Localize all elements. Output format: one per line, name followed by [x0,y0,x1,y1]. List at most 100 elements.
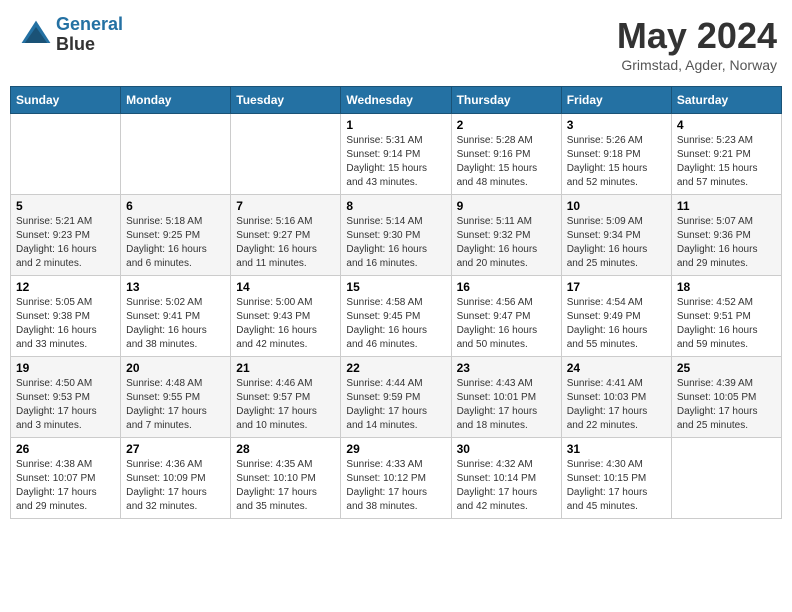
header: General Blue May 2024 Grimstad, Agder, N… [10,10,782,78]
logo: General Blue [20,15,123,55]
day-info: Sunrise: 4:52 AM Sunset: 9:51 PM Dayligh… [677,296,776,352]
day-info: Sunrise: 5:28 AM Sunset: 9:16 PM Dayligh… [457,134,556,190]
day-cell: 27 Sunrise: 4:36 AM Sunset: 10:09 PM Dayl… [121,438,231,519]
day-cell: 28Sunrise: 4:35 AM Sunset: 10:10 PM Dayl… [231,438,341,519]
day-info: Sunrise: 5:00 AM Sunset: 9:43 PM Dayligh… [236,296,335,352]
day-info: Sunrise: 5:21 AM Sunset: 9:23 PM Dayligh… [16,215,115,271]
day-cell: 31 Sunrise: 4:30 AM Sunset: 10:15 PM Dayl… [561,438,671,519]
day-number: 6 [126,199,225,213]
day-info: Sunrise: 4:39 AM Sunset: 10:05 PM Daylig… [677,377,776,433]
calendar: SundayMondayTuesdayWednesdayThursdayFrid… [10,86,782,519]
day-info: Sunrise: 5:11 AM Sunset: 9:32 PM Dayligh… [457,215,556,271]
week-row-1: 1 Sunrise: 5:31 AM Sunset: 9:14 PM Daylig… [11,114,782,195]
day-info: Sunrise: 4:43 AM Sunset: 10:01 PM Daylig… [457,377,556,433]
day-info: Sunrise: 5:07 AM Sunset: 9:36 PM Dayligh… [677,215,776,271]
week-row-4: 19Sunrise: 4:50 AM Sunset: 9:53 PM Dayli… [11,357,782,438]
day-cell: 10 Sunrise: 5:09 AM Sunset: 9:34 PM Dayli… [561,195,671,276]
day-cell: 21Sunrise: 4:46 AM Sunset: 9:57 PM Dayli… [231,357,341,438]
day-number: 31 [567,442,666,456]
day-number: 18 [677,280,776,294]
day-cell: 2 Sunrise: 5:28 AM Sunset: 9:16 PM Daylig… [451,114,561,195]
day-info: Sunrise: 5:16 AM Sunset: 9:27 PM Dayligh… [236,215,335,271]
day-cell: 30 Sunrise: 4:32 AM Sunset: 10:14 PM Dayl… [451,438,561,519]
day-number: 23 [457,361,556,375]
weekday-header-thursday: Thursday [451,87,561,114]
day-info: Sunrise: 4:48 AM Sunset: 9:55 PM Dayligh… [126,377,225,433]
logo-line2: Blue [56,35,123,55]
day-number: 7 [236,199,335,213]
location: Grimstad, Agder, Norway [617,57,777,73]
day-cell: 6 Sunrise: 5:18 AM Sunset: 9:25 PM Daylig… [121,195,231,276]
day-info: Sunrise: 5:02 AM Sunset: 9:41 PM Dayligh… [126,296,225,352]
day-number: 3 [567,118,666,132]
day-info: Sunrise: 5:23 AM Sunset: 9:21 PM Dayligh… [677,134,776,190]
day-info: Sunrise: 5:18 AM Sunset: 9:25 PM Dayligh… [126,215,225,271]
day-number: 29 [346,442,445,456]
day-number: 12 [16,280,115,294]
day-number: 21 [236,361,335,375]
day-cell: 15 Sunrise: 4:58 AM Sunset: 9:45 PM Dayli… [341,276,451,357]
day-info: Sunrise: 4:33 AM Sunset: 10:12 PM Daylig… [346,458,445,514]
day-cell: 17Sunrise: 4:54 AM Sunset: 9:49 PM Dayli… [561,276,671,357]
day-number: 9 [457,199,556,213]
logo-icon [20,19,52,51]
day-number: 16 [457,280,556,294]
weekday-header-sunday: Sunday [11,87,121,114]
day-number: 10 [567,199,666,213]
day-cell: 4 Sunrise: 5:23 AM Sunset: 9:21 PM Daylig… [671,114,781,195]
logo-text: General Blue [56,15,123,55]
day-cell: 12 Sunrise: 5:05 AM Sunset: 9:38 PM Dayli… [11,276,121,357]
day-number: 30 [457,442,556,456]
day-cell: 9 Sunrise: 5:11 AM Sunset: 9:32 PM Daylig… [451,195,561,276]
day-number: 27 [126,442,225,456]
day-cell: 24 Sunrise: 4:41 AM Sunset: 10:03 PM Dayl… [561,357,671,438]
day-number: 8 [346,199,445,213]
day-cell: 14 Sunrise: 5:00 AM Sunset: 9:43 PM Dayli… [231,276,341,357]
day-info: Sunrise: 5:31 AM Sunset: 9:14 PM Dayligh… [346,134,445,190]
title-block: May 2024 Grimstad, Agder, Norway [617,15,777,73]
day-info: Sunrise: 4:30 AM Sunset: 10:15 PM Daylig… [567,458,666,514]
day-number: 1 [346,118,445,132]
day-cell: 3Sunrise: 5:26 AM Sunset: 9:18 PM Daylig… [561,114,671,195]
day-number: 26 [16,442,115,456]
day-cell: 26 Sunrise: 4:38 AM Sunset: 10:07 PM Dayl… [11,438,121,519]
day-cell: 8 Sunrise: 5:14 AM Sunset: 9:30 PM Daylig… [341,195,451,276]
day-cell: 18 Sunrise: 4:52 AM Sunset: 9:51 PM Dayli… [671,276,781,357]
day-info: Sunrise: 4:35 AM Sunset: 10:10 PM Daylig… [236,458,335,514]
day-number: 25 [677,361,776,375]
day-number: 22 [346,361,445,375]
day-number: 14 [236,280,335,294]
day-info: Sunrise: 4:32 AM Sunset: 10:14 PM Daylig… [457,458,556,514]
day-info: Sunrise: 4:58 AM Sunset: 9:45 PM Dayligh… [346,296,445,352]
day-number: 2 [457,118,556,132]
week-row-2: 5Sunrise: 5:21 AM Sunset: 9:23 PM Daylig… [11,195,782,276]
day-info: Sunrise: 5:05 AM Sunset: 9:38 PM Dayligh… [16,296,115,352]
week-row-5: 26 Sunrise: 4:38 AM Sunset: 10:07 PM Dayl… [11,438,782,519]
weekday-header-row: SundayMondayTuesdayWednesdayThursdayFrid… [11,87,782,114]
day-number: 11 [677,199,776,213]
day-cell [231,114,341,195]
day-info: Sunrise: 5:09 AM Sunset: 9:34 PM Dayligh… [567,215,666,271]
weekday-header-tuesday: Tuesday [231,87,341,114]
day-info: Sunrise: 4:38 AM Sunset: 10:07 PM Daylig… [16,458,115,514]
day-number: 24 [567,361,666,375]
day-cell: 19Sunrise: 4:50 AM Sunset: 9:53 PM Dayli… [11,357,121,438]
day-number: 4 [677,118,776,132]
day-number: 15 [346,280,445,294]
day-cell [671,438,781,519]
day-info: Sunrise: 4:44 AM Sunset: 9:59 PM Dayligh… [346,377,445,433]
day-info: Sunrise: 5:14 AM Sunset: 9:30 PM Dayligh… [346,215,445,271]
day-cell: 5Sunrise: 5:21 AM Sunset: 9:23 PM Daylig… [11,195,121,276]
weekday-header-saturday: Saturday [671,87,781,114]
day-cell: 1 Sunrise: 5:31 AM Sunset: 9:14 PM Daylig… [341,114,451,195]
day-info: Sunrise: 4:56 AM Sunset: 9:47 PM Dayligh… [457,296,556,352]
day-info: Sunrise: 4:41 AM Sunset: 10:03 PM Daylig… [567,377,666,433]
day-cell: 25 Sunrise: 4:39 AM Sunset: 10:05 PM Dayl… [671,357,781,438]
day-info: Sunrise: 4:36 AM Sunset: 10:09 PM Daylig… [126,458,225,514]
week-row-3: 12 Sunrise: 5:05 AM Sunset: 9:38 PM Dayli… [11,276,782,357]
day-number: 20 [126,361,225,375]
day-cell: 13Sunrise: 5:02 AM Sunset: 9:41 PM Dayli… [121,276,231,357]
weekday-header-wednesday: Wednesday [341,87,451,114]
day-cell: 29 Sunrise: 4:33 AM Sunset: 10:12 PM Dayl… [341,438,451,519]
day-cell: 22 Sunrise: 4:44 AM Sunset: 9:59 PM Dayli… [341,357,451,438]
